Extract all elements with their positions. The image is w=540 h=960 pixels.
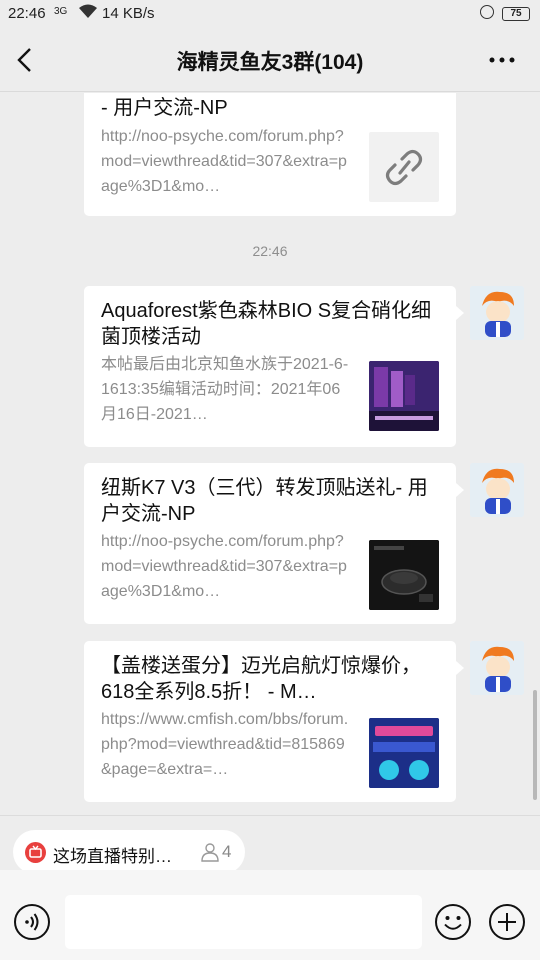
avatar[interactable] [470, 463, 524, 517]
product-image [369, 361, 439, 431]
avatar[interactable] [470, 286, 524, 340]
link-card-desc: http://noo-psyche.com/forum.php?mod=view… [101, 128, 347, 195]
chevron-left-icon [17, 48, 31, 72]
link-card-title: - 用户交流-NP [101, 97, 228, 119]
avatar-image [470, 463, 524, 517]
wifi-icon [78, 3, 98, 23]
link-card-title: 【盖楼送蛋分】迈光启航灯惊爆价，618全系列8.5折！ - M… [101, 655, 421, 703]
more-actions-button[interactable] [488, 903, 526, 941]
product-thumbnail [369, 361, 439, 431]
light-thumbnail [369, 540, 439, 610]
link-card-title: 纽斯K7 V3（三代）转发顶贴送礼- 用户交流-NP [101, 477, 428, 525]
live-title: 这场直播特别… [53, 847, 172, 866]
emoji-icon [435, 904, 471, 940]
avatar[interactable] [470, 641, 524, 695]
live-stream-pill[interactable]: 这场直播特别… 4 [13, 830, 245, 874]
plus-icon [489, 904, 525, 940]
link-card-desc: 本帖最后由北京知鱼水族于2021-6-1613:35编辑活动时间：2021年06… [101, 356, 349, 423]
signal-icon: 3G [54, 6, 68, 17]
link-icon [385, 149, 423, 186]
link-card-message[interactable]: 【盖楼送蛋分】迈光启航灯惊爆价，618全系列8.5折！ - M… https:/… [84, 641, 464, 802]
promo-thumbnail [369, 718, 439, 788]
message-timestamp: 22:46 [252, 243, 288, 259]
link-card-title: Aquaforest紫色森林BIO S复合硝化细菌顶楼活动 [101, 300, 432, 348]
viewer-icon [201, 842, 219, 862]
scrollbar[interactable] [533, 690, 537, 800]
status-bar: 22:46 3G 14 KB/s 75 [0, 0, 540, 28]
avatar-image [470, 641, 524, 695]
more-dots-icon [489, 57, 515, 63]
chat-header: 海精灵鱼友3群(104) [0, 28, 540, 92]
status-time: 22:46 [8, 5, 46, 22]
message-input[interactable] [65, 895, 422, 949]
live-bar: 这场直播特别… 4 [0, 815, 540, 874]
more-button[interactable] [486, 46, 518, 74]
back-button[interactable] [10, 44, 42, 76]
link-card-message[interactable]: - 用户交流-NP http://noo-psyche.com/forum.ph… [84, 93, 456, 216]
link-thumbnail [369, 132, 439, 202]
live-tv-icon [25, 842, 46, 863]
link-card-message[interactable]: Aquaforest紫色森林BIO S复合硝化细菌顶楼活动 本帖最后由北京知鱼水… [84, 286, 464, 447]
promo-image [369, 718, 439, 788]
avatar-image [470, 286, 524, 340]
link-card-desc: http://noo-psyche.com/forum.php?mod=view… [101, 533, 347, 600]
viewer-count: 4 [222, 842, 232, 861]
link-card-desc: https://www.cmfish.com/bbs/forum.php?mod… [101, 711, 349, 778]
alarm-icon [480, 5, 494, 19]
link-card-message[interactable]: 纽斯K7 V3（三代）转发顶贴送礼- 用户交流-NP http://noo-ps… [84, 463, 464, 624]
input-bar [0, 870, 540, 960]
chat-title: 海精灵鱼友3群(104) [176, 51, 364, 74]
battery-icon: 75 [502, 7, 530, 21]
voice-icon [14, 904, 50, 940]
network-speed: 14 KB/s [102, 5, 155, 22]
light-image [369, 540, 439, 610]
voice-button[interactable] [13, 903, 51, 941]
message-list[interactable]: - 用户交流-NP http://noo-psyche.com/forum.ph… [0, 93, 540, 815]
emoji-button[interactable] [434, 903, 472, 941]
